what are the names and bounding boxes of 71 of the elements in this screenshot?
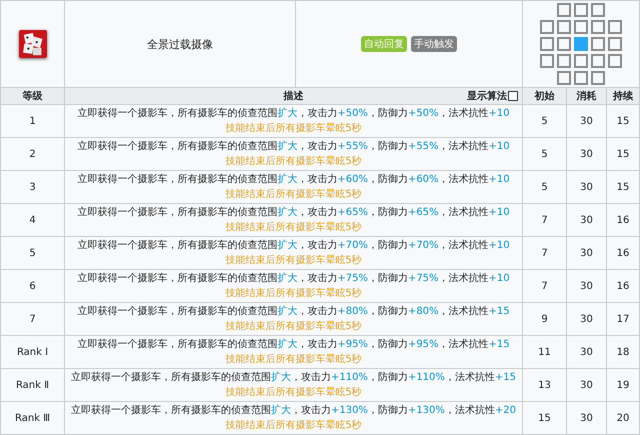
sp-cost-cell: 30: [580, 248, 593, 258]
skill-tag: 手动触发: [411, 36, 457, 52]
skill-note: 技能结束后所有摄影车晕眩5秒: [225, 154, 362, 169]
skill-description: 立即获得一个摄影车，所有摄影车的侦查范围扩大，攻击力+65%，防御力+65%，法术抗性+10: [77, 206, 510, 220]
level-cell: 6: [29, 280, 36, 292]
duration-cell: 15: [616, 182, 630, 192]
level-cell: 7: [29, 314, 36, 324]
sp-cost-cell: 30: [580, 116, 593, 126]
initial-sp-cell: 7: [541, 248, 548, 258]
sp-cost-cell: 30: [580, 314, 593, 324]
sp-cost-cell: 30: [580, 214, 593, 226]
skill-description: 立即获得一个摄影车，所有摄影车的侦查范围扩大，攻击力+130%，防御力+130%，法术抗性+20: [70, 404, 516, 418]
skill-description: 立即获得一个摄影车，所有摄影车的侦查范围扩大，攻击力+70%，防御力+70%，法术抗性+10: [77, 238, 510, 253]
sp-cost-cell: 30: [580, 412, 593, 424]
column-header: 持续: [613, 90, 633, 103]
skill-note: 技能结束后所有摄影车晕眩5秒: [225, 188, 362, 202]
skill-description: 立即获得一个摄影车，所有摄影车的侦查范围扩大，攻击力+55%，防御力+55%，法术抗性+10: [77, 140, 510, 154]
skill-note: 技能结束后所有摄影车晕眩5秒: [225, 286, 362, 301]
duration-cell: 20: [616, 412, 630, 424]
skill-description: 立即获得一个摄影车，所有摄影车的侦查范围扩大，攻击力+75%，防御力+75%，法术抗性+10: [77, 272, 510, 286]
skill-name: 全景过载摄像: [147, 36, 213, 52]
column-header: 初始: [534, 89, 554, 103]
duration-cell: 16: [616, 214, 630, 226]
initial-sp-cell: 5: [541, 116, 548, 126]
formula-checkbox[interactable]: [508, 91, 518, 101]
duration-cell: 17: [616, 314, 630, 324]
skill-description: 立即获得一个摄影车，所有摄影车的侦查范围扩大，攻击力+60%，防御力+60%，法术抗性+10: [77, 172, 510, 187]
column-header: 等级: [22, 90, 42, 103]
initial-sp-cell: 13: [538, 380, 551, 390]
level-cell: 2: [29, 148, 36, 160]
skill-note: 技能结束后所有摄影车晕眩5秒: [225, 122, 362, 136]
skill-note: 技能结束后所有摄影车晕眩5秒: [225, 254, 362, 268]
skill-note: 技能结束后所有摄影车晕眩5秒: [225, 220, 362, 235]
initial-sp-cell: 5: [541, 182, 548, 192]
skill-description: 立即获得一个摄影车，所有摄影车的侦查范围扩大，攻击力+110%，防御力+110%，法术抗性+15: [70, 370, 516, 385]
duration-cell: 16: [616, 280, 630, 292]
skill-note: 技能结束后所有摄影车晕眩5秒: [225, 352, 362, 367]
sp-cost-cell: 30: [580, 380, 593, 390]
level-cell: 5: [29, 248, 36, 258]
skill-note: 技能结束后所有摄影车晕眩5秒: [225, 320, 362, 334]
skill-tag: 自动回复: [361, 36, 407, 52]
duration-cell: 15: [616, 116, 630, 126]
formula-toggle-label: 显示算法: [467, 90, 507, 103]
sp-cost-cell: 30: [580, 280, 593, 292]
duration-cell: 18: [616, 346, 630, 358]
level-cell: 1: [29, 116, 36, 126]
sp-cost-cell: 30: [580, 346, 593, 358]
level-cell: Rank Ⅲ: [14, 412, 50, 424]
skill-description: 立即获得一个摄影车，所有摄影车的侦查范围扩大，攻击力+80%，防御力+80%，法术抗性+15: [77, 304, 510, 319]
duration-cell: 15: [616, 148, 630, 160]
skill-note: 技能结束后所有摄影车晕眩5秒: [225, 386, 362, 400]
initial-sp-cell: 7: [541, 214, 548, 226]
sp-cost-cell: 30: [580, 182, 593, 192]
duration-cell: 19: [616, 380, 630, 390]
level-cell: Rank Ⅰ: [16, 346, 48, 358]
level-cell: Rank Ⅱ: [16, 380, 50, 390]
level-cell: 3: [29, 182, 36, 192]
initial-sp-cell: 5: [541, 148, 548, 160]
skill-note: 技能结束后所有摄影车晕眩5秒: [225, 418, 362, 433]
sp-cost-cell: 30: [580, 148, 593, 160]
column-header: 描述: [284, 90, 304, 103]
skill-description: 立即获得一个摄影车，所有摄影车的侦查范围扩大，攻击力+50%，防御力+50%，法术抗性+10: [77, 106, 510, 121]
initial-sp-cell: 9: [541, 314, 548, 324]
level-cell: 4: [29, 214, 36, 226]
initial-sp-cell: 11: [538, 346, 551, 358]
dice-icon: [18, 30, 46, 58]
initial-sp-cell: 7: [541, 280, 548, 292]
initial-sp-cell: 15: [538, 412, 551, 424]
column-header: 消耗: [576, 90, 596, 103]
duration-cell: 16: [616, 248, 630, 258]
skill-description: 立即获得一个摄影车，所有摄影车的侦查范围扩大，攻击力+95%，防御力+95%，法术抗性+15: [77, 338, 510, 352]
